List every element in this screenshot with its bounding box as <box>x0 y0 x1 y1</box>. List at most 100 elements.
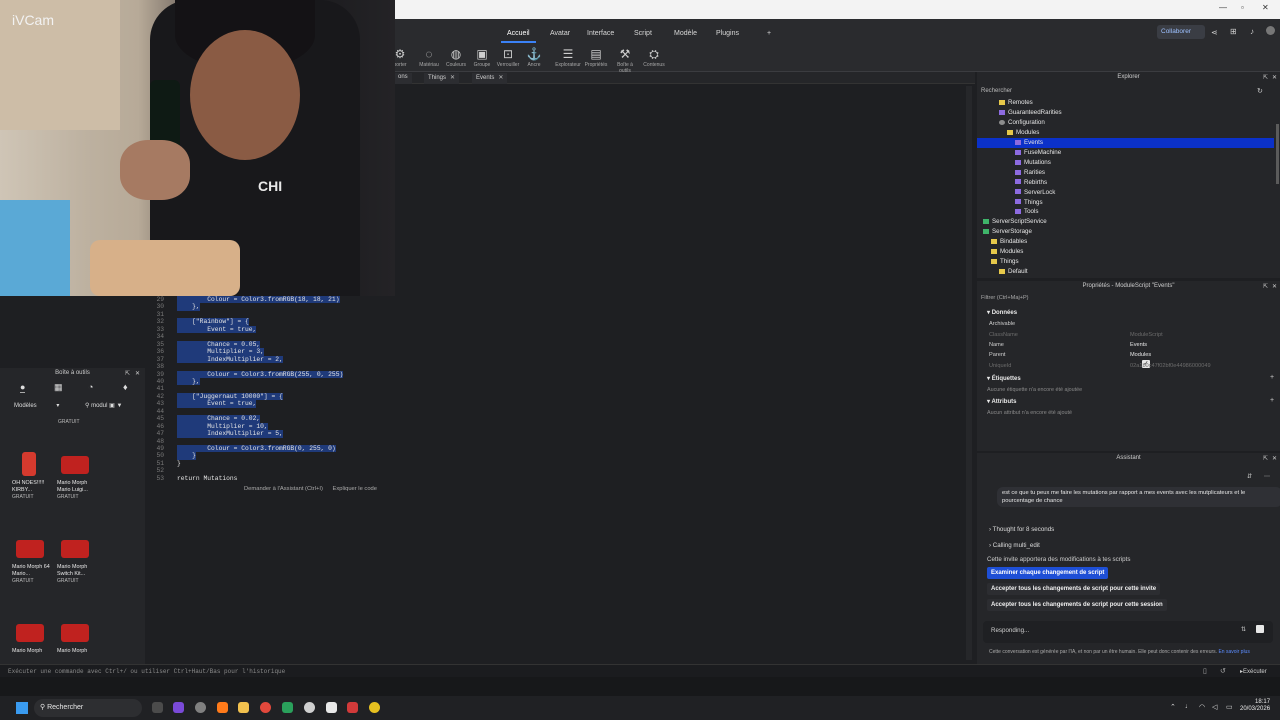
accept-session-button[interactable]: Accepter tous les changements de script … <box>987 599 1167 611</box>
explorer-item[interactable]: Things <box>977 198 1274 208</box>
material-tool[interactable]: ◌ Matériau <box>415 47 443 68</box>
explorer-item[interactable]: Configuration <box>977 118 1274 128</box>
app-icon[interactable] <box>282 702 293 713</box>
folder-icon[interactable] <box>238 702 249 713</box>
sliders-icon[interactable]: ⇅ <box>1241 626 1246 633</box>
expand-icon[interactable]: ⇱ <box>125 370 130 377</box>
category-dropdown[interactable]: Modèles ▾ <box>14 402 59 409</box>
toolbox-search[interactable]: ⚲ modul ▣ ▼ <box>85 402 122 409</box>
tab-script[interactable]: Script <box>628 26 658 41</box>
share-icon[interactable]: ⋖ <box>1211 28 1218 37</box>
bell-icon[interactable]: ♪ <box>1250 27 1254 36</box>
expand-icon[interactable]: ⇱ <box>1263 455 1268 462</box>
section-data[interactable]: ▾ Données <box>987 309 1017 316</box>
explorer-item[interactable]: ServerStorage <box>977 227 1274 237</box>
ask-assistant-button[interactable]: Demander à l'Assistant (Ctrl+I) <box>244 486 323 492</box>
tab-events[interactable]: Events ✕ <box>472 73 508 84</box>
toolbox-item[interactable]: Mario Morph Mario Luigi... GRATUIT <box>57 450 97 500</box>
close-icon[interactable]: ✕ <box>1272 283 1277 290</box>
explorer-item[interactable]: GuaranteedRarities <box>977 108 1274 118</box>
assistant-input[interactable]: Responding... ⇅ <box>983 621 1273 643</box>
tab-things[interactable]: Things ✕ <box>424 73 460 84</box>
maximize-icon[interactable]: ▫ <box>1241 3 1244 12</box>
close-icon[interactable]: ✕ <box>1272 74 1277 81</box>
tab-plugins[interactable]: Plugins <box>710 26 745 41</box>
explorer-item[interactable]: ServerLock <box>977 188 1274 198</box>
battery-icon[interactable]: ▭ <box>1226 703 1233 711</box>
grid-icon[interactable]: ⊞ <box>1230 27 1237 36</box>
tab-add[interactable]: + <box>761 26 777 41</box>
close-icon[interactable]: ✕ <box>450 75 455 81</box>
chrome-icon[interactable] <box>260 702 271 713</box>
tab-script-partial[interactable]: ons <box>394 73 412 84</box>
creations-icon[interactable]: ♦ <box>123 382 128 392</box>
expand-icon[interactable]: ⇱ <box>1263 283 1268 290</box>
toolbox-item[interactable]: Mario Morph 64 Mario... GRATUIT <box>12 534 52 584</box>
app-icon[interactable] <box>369 702 380 713</box>
filter-icon[interactable]: ▼ <box>116 403 122 409</box>
app-icon[interactable] <box>347 702 358 713</box>
taskbar-search[interactable]: ⚲ Rechercher <box>34 699 142 717</box>
settings-icon[interactable] <box>195 702 206 713</box>
explain-code-button[interactable]: Expliquer le code <box>333 486 377 492</box>
toolbox-tool[interactable]: ⚒ Boîte à outils <box>611 47 639 74</box>
more-icon[interactable]: ⋯ <box>1264 473 1270 480</box>
explorer-item[interactable]: Remotes <box>977 98 1274 108</box>
mic-icon[interactable]: ♩ <box>1185 703 1192 710</box>
tool-call-toggle[interactable]: › Calling multi_edit <box>989 542 1040 549</box>
explorer-item[interactable]: Default <box>977 267 1274 277</box>
bookmark-icon[interactable]: ▯ <box>1203 667 1207 675</box>
properties-filter[interactable]: Filtrer (Ctrl+Maj+P) <box>981 295 1029 301</box>
minimize-icon[interactable]: — <box>1219 3 1227 12</box>
marketplace-icon[interactable]: ▦ <box>54 382 63 393</box>
contents-tool[interactable]: ⛭ Contenus <box>640 47 668 68</box>
chrome-icon[interactable] <box>304 702 315 713</box>
add-attribute-icon[interactable]: + <box>1270 397 1274 404</box>
thought-toggle[interactable]: › Thought for 8 seconds <box>989 526 1054 533</box>
history-icon[interactable]: ↺ <box>1220 667 1226 675</box>
toolbox-item[interactable]: Mario Morph <box>12 618 52 655</box>
volume-icon[interactable]: ◁ <box>1212 703 1217 711</box>
collaborate-button[interactable]: Collaborer <box>1157 25 1205 39</box>
property-row[interactable]: Name Events <box>989 342 1274 352</box>
explorer-item[interactable]: Rebirths <box>977 178 1274 188</box>
windows-icon[interactable] <box>16 702 28 714</box>
tab-home[interactable]: Accueil <box>501 26 536 43</box>
roblox-studio-icon[interactable] <box>326 702 337 713</box>
tab-model[interactable]: Modèle <box>668 26 703 41</box>
refresh-icon[interactable]: ↻ <box>1257 87 1263 95</box>
clock[interactable]: 18:17 20/03/2026 <box>1240 699 1270 713</box>
property-row[interactable]: Parent Modules <box>989 352 1274 362</box>
explorer-item[interactable]: Mutations <box>977 158 1274 168</box>
expand-icon[interactable]: ⇱ <box>1263 74 1268 81</box>
sliders-icon[interactable]: ⇵ <box>1247 473 1252 480</box>
task-view-icon[interactable] <box>152 702 163 713</box>
tray-chevron-icon[interactable]: ⌃ <box>1170 703 1176 711</box>
explorer-scrollbar[interactable] <box>1276 124 1279 184</box>
color-tool[interactable]: ◍ Couleurs <box>442 47 470 68</box>
tab-avatar[interactable]: Avatar <box>544 26 576 41</box>
explorer-item[interactable]: FuseMachine <box>977 148 1274 158</box>
explorer-search[interactable]: Rechercher <box>981 88 1012 94</box>
property-value[interactable]: Modules <box>1130 352 1151 358</box>
close-icon[interactable]: ✕ <box>1262 3 1269 12</box>
recent-icon[interactable]: ◔ <box>88 382 93 392</box>
explorer-item[interactable]: Rarities <box>977 168 1274 178</box>
close-icon[interactable]: ✕ <box>498 75 503 81</box>
close-icon[interactable]: ✕ <box>135 370 140 377</box>
section-tags[interactable]: ▾ Étiquettes <box>987 375 1021 382</box>
toolbox-item[interactable]: OH NOES!!!!! KIRBY... GRATUIT <box>12 450 52 500</box>
explorer-item[interactable]: Bindables <box>977 237 1274 247</box>
property-value[interactable]: Events <box>1130 342 1147 348</box>
review-changes-button[interactable]: Examiner chaque changement de script <box>987 567 1109 579</box>
tab-interface[interactable]: Interface <box>581 26 620 41</box>
inventory-icon[interactable]: ● <box>20 382 26 393</box>
group-tool[interactable]: ▣ Groupe <box>468 47 496 68</box>
stop-icon[interactable] <box>1256 625 1264 633</box>
property-row[interactable]: Archivable ✓ <box>989 321 1274 368</box>
editor-scrollbar[interactable] <box>966 86 972 660</box>
sort-icon[interactable]: ▣ <box>109 403 115 409</box>
explorer-item[interactable]: Events <box>977 137 1274 148</box>
close-icon[interactable]: ✕ <box>1272 455 1277 462</box>
explorer-item[interactable]: Tools <box>977 207 1274 217</box>
